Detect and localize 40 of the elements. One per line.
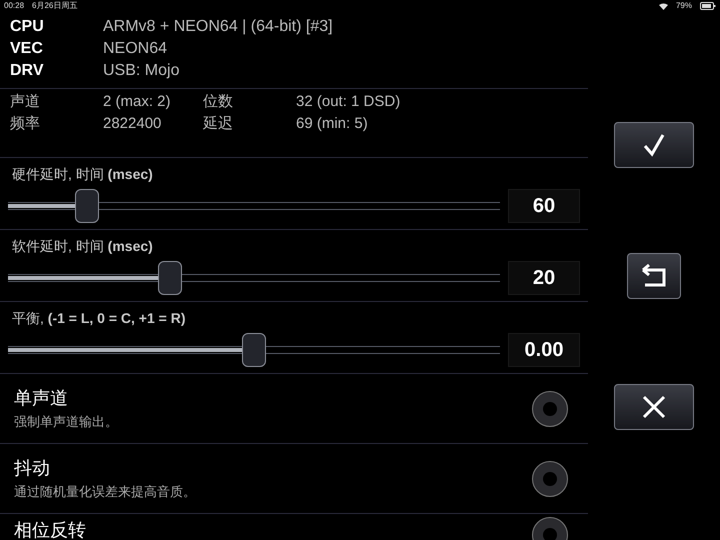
close-icon <box>641 394 667 420</box>
option-description: 通过随机量化误差来提高音质。 <box>14 483 197 502</box>
stat-value: 69 (min: 5) <box>296 114 368 134</box>
close-button[interactable] <box>614 384 694 430</box>
value-field[interactable]: 20 <box>508 261 580 295</box>
confirm-button[interactable] <box>614 122 694 168</box>
battery-icon <box>700 2 716 10</box>
option-title: 单声道 <box>14 387 69 410</box>
stat-value: 2822400 <box>103 114 162 134</box>
info-label: CPU <box>9 17 45 37</box>
status-time: 00:28 <box>4 0 24 12</box>
radio-button[interactable] <box>532 460 568 496</box>
value-field[interactable]: 0.00 <box>508 333 580 367</box>
value-field[interactable]: 60 <box>508 189 580 223</box>
info-value: NEON64 <box>103 39 168 59</box>
option-description: 强制单声道输出。 <box>14 413 119 432</box>
info-value: ARMv8 + NEON64 | (64-bit) [#3] <box>103 17 333 37</box>
wifi-icon <box>658 2 668 10</box>
status-battery: 79% <box>676 0 692 12</box>
stat-value: 32 (out: 1 DSD) <box>296 92 400 112</box>
status-date: 6月26日周五 <box>32 0 78 12</box>
undo-button[interactable] <box>627 253 681 299</box>
stat-label: 位数 <box>203 92 234 112</box>
stat-value: 2 (max: 2) <box>103 92 172 112</box>
info-label: VEC <box>9 39 44 59</box>
check-icon <box>641 132 667 158</box>
info-label: DRV <box>9 61 44 81</box>
stat-label: 频率 <box>9 114 41 134</box>
stat-label: 声道 <box>9 92 41 112</box>
slider[interactable] <box>8 332 500 368</box>
slider[interactable] <box>8 188 500 224</box>
option-title: 抖动 <box>14 457 51 480</box>
radio-button[interactable] <box>532 390 568 426</box>
slider[interactable] <box>8 260 500 296</box>
slider-label: 硬件延时, 时间 (msec) <box>12 166 154 182</box>
info-value: USB: Mojo <box>103 61 180 81</box>
slider-label: 平衡, (-1 = L, 0 = C, +1 = R) <box>12 310 186 326</box>
stat-label: 延迟 <box>203 114 234 134</box>
option-title: 相位反转 <box>14 519 87 540</box>
slider-label: 软件延时, 时间 (msec) <box>12 238 154 254</box>
